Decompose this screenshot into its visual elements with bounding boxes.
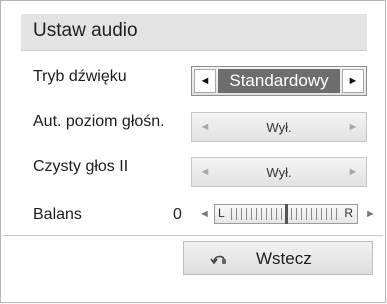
balance-slider-thumb[interactable] — [285, 204, 288, 224]
audio-settings-dialog: Ustaw audio Tryb dźwięku ◄ Standardowy ►… — [0, 0, 386, 303]
balance-left-label: L — [218, 206, 225, 220]
back-button-label: Wstecz — [256, 249, 312, 268]
balance-right-arrow-icon[interactable]: ► — [365, 208, 376, 220]
sound-mode-value: Standardowy — [218, 69, 340, 93]
balance-label: Balans — [33, 206, 82, 223]
balance-left-arrow-icon[interactable]: ◄ — [199, 208, 210, 220]
divider — [3, 235, 383, 236]
balance-right-label: R — [344, 206, 353, 220]
clear-voice-next-arrow-icon[interactable]: ► — [342, 160, 364, 184]
auto-volume-next-arrow-icon[interactable]: ► — [342, 115, 364, 139]
balance-value: 0 — [173, 206, 182, 223]
balance-slider[interactable]: L R — [214, 204, 358, 224]
auto-volume-value: Wył. — [266, 119, 292, 135]
auto-volume-selector[interactable]: ◄ Wył. ► — [191, 112, 367, 142]
sound-mode-label: Tryb dźwięku — [33, 68, 127, 85]
auto-volume-label: Aut. poziom głośn. — [33, 113, 165, 130]
sound-mode-selector[interactable]: ◄ Standardowy ► — [191, 66, 367, 96]
clear-voice-selector[interactable]: ◄ Wył. ► — [191, 157, 367, 187]
title-bar: Ustaw audio — [21, 14, 367, 51]
clear-voice-label: Czysty głos II — [33, 158, 129, 175]
back-button[interactable]: Wstecz — [183, 241, 373, 275]
sound-mode-next-arrow-icon[interactable]: ► — [342, 69, 364, 93]
sound-mode-prev-arrow-icon[interactable]: ◄ — [194, 69, 216, 93]
auto-volume-prev-arrow-icon[interactable]: ◄ — [194, 115, 216, 139]
dialog-title: Ustaw audio — [33, 20, 138, 41]
clear-voice-value: Wył. — [266, 164, 292, 180]
back-remote-icon — [210, 255, 226, 265]
clear-voice-prev-arrow-icon[interactable]: ◄ — [194, 160, 216, 184]
